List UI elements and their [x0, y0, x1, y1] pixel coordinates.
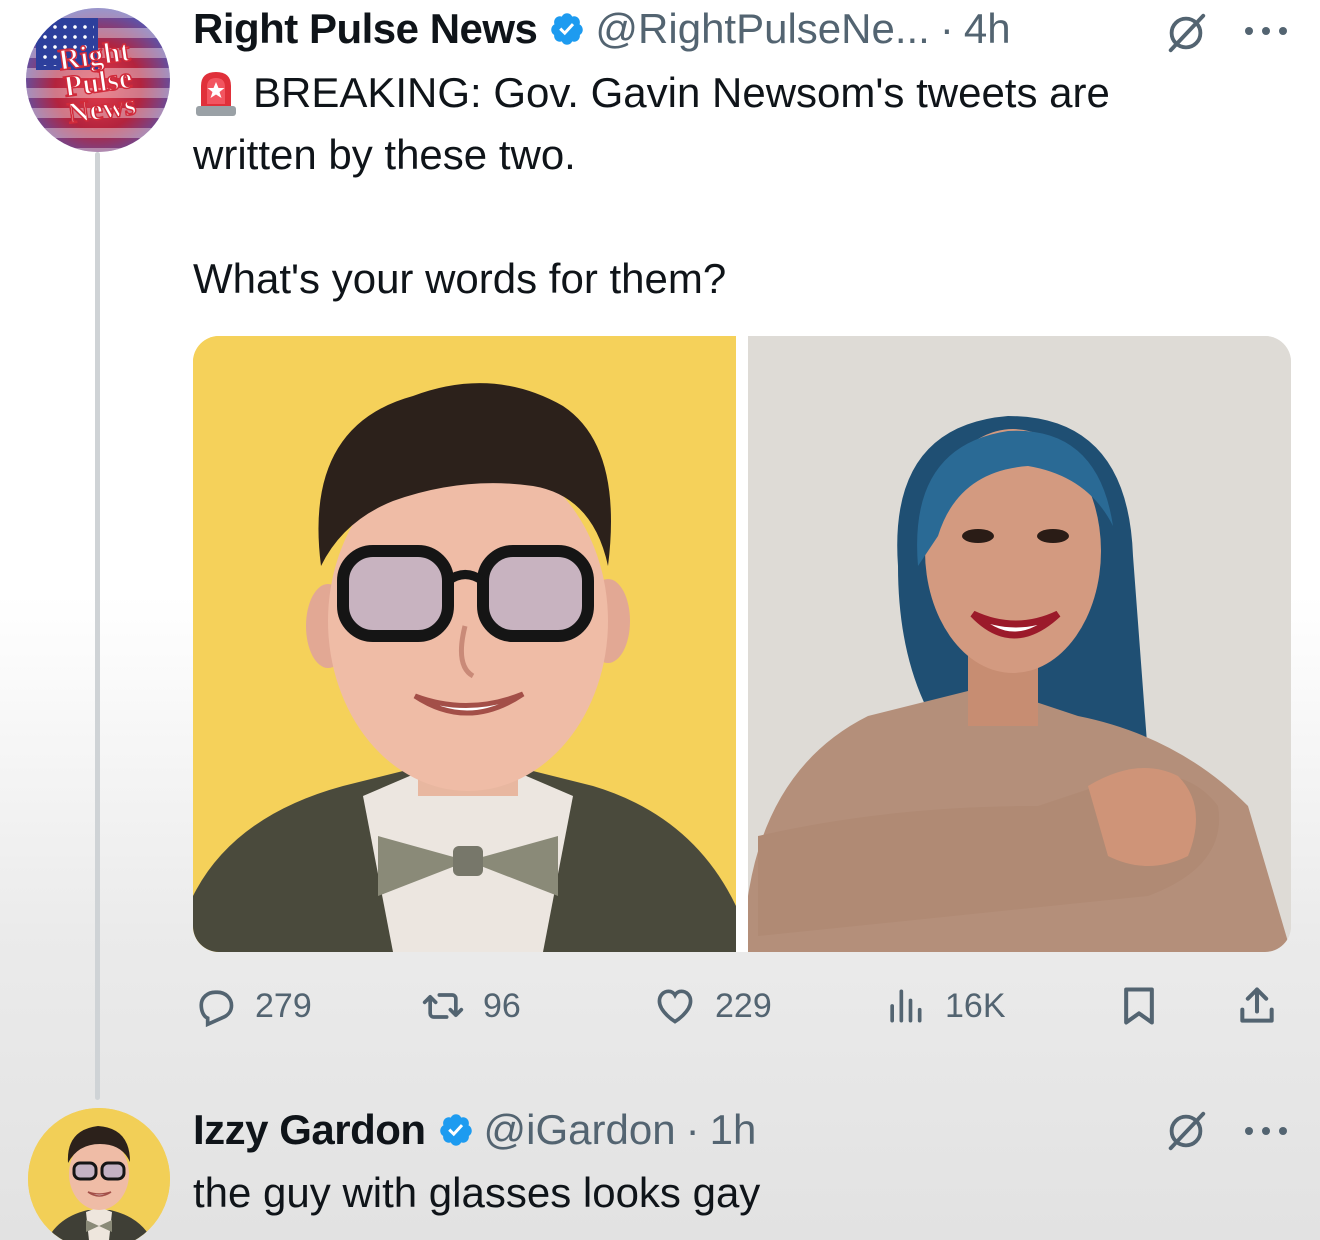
views-button[interactable]: 16K	[883, 978, 1006, 1034]
display-name[interactable]: Izzy Gardon	[193, 1106, 426, 1154]
views-icon	[890, 989, 922, 1023]
timestamp[interactable]: 1h	[710, 1106, 757, 1154]
photo-illustration	[193, 336, 736, 952]
share-button[interactable]	[1235, 978, 1279, 1034]
repost-count: 96	[483, 986, 521, 1025]
handle[interactable]: @iGardon	[484, 1106, 676, 1154]
like-count: 229	[715, 986, 772, 1025]
separator-dot: ·	[939, 5, 954, 52]
handle[interactable]: @RightPulseNe...	[595, 5, 929, 53]
reply-text: the guy with glasses looks gay	[193, 1169, 761, 1216]
more-icon[interactable]	[1242, 24, 1290, 38]
repost-icon	[422, 993, 464, 1019]
grok-icon[interactable]	[1163, 1108, 1209, 1154]
view-count: 16K	[945, 986, 1006, 1025]
grok-icon[interactable]	[1163, 10, 1209, 56]
bookmark-icon	[1124, 987, 1154, 1025]
repost-button[interactable]: 96	[421, 978, 521, 1034]
verified-badge-icon	[439, 1114, 472, 1146]
thread-connector-line	[95, 152, 100, 1100]
heart-icon	[657, 989, 693, 1024]
avatar[interactable]: Right Pulse News	[26, 8, 170, 152]
timestamp[interactable]: 4h	[964, 5, 1011, 53]
bookmark-button[interactable]	[1117, 978, 1161, 1034]
tweet-header: Right Pulse News @RightPulseNe... · 4h	[193, 5, 1011, 53]
reply-header: Izzy Gardon @iGardon · 1h	[193, 1106, 756, 1154]
avatar[interactable]	[28, 1108, 170, 1240]
tweet-text: BREAKING: Gov. Gavin Newsom's tweets are	[253, 69, 1110, 116]
tweet-text: What's your words for them?	[193, 255, 727, 302]
tweet-text: written by these two.	[193, 131, 576, 178]
display-name[interactable]: Right Pulse News	[193, 5, 538, 53]
avatar-illustration	[28, 1108, 170, 1240]
separator-dot: ·	[685, 1106, 700, 1153]
share-icon	[1240, 987, 1274, 1023]
siren-emoji-icon	[196, 72, 236, 116]
photo-woman-blue-hair[interactable]	[748, 336, 1291, 952]
thread-view: Right Pulse News Right Pulse News @RightPu…	[0, 0, 1320, 1240]
reply-button[interactable]: 279	[193, 978, 312, 1034]
more-icon[interactable]	[1242, 1124, 1290, 1138]
like-button[interactable]: 229	[653, 978, 772, 1034]
reply-icon	[199, 990, 234, 1028]
photo-man-glasses-bowtie[interactable]	[193, 336, 736, 952]
reply-count: 279	[255, 986, 312, 1025]
verified-badge-icon	[551, 13, 584, 45]
tweet-text-line: BREAKING: Gov. Gavin Newsom's tweets are	[193, 62, 1110, 124]
media-grid	[193, 336, 1291, 952]
photo-illustration	[748, 336, 1291, 952]
tweet-actions: 279 96 229 16K	[193, 978, 1291, 1034]
